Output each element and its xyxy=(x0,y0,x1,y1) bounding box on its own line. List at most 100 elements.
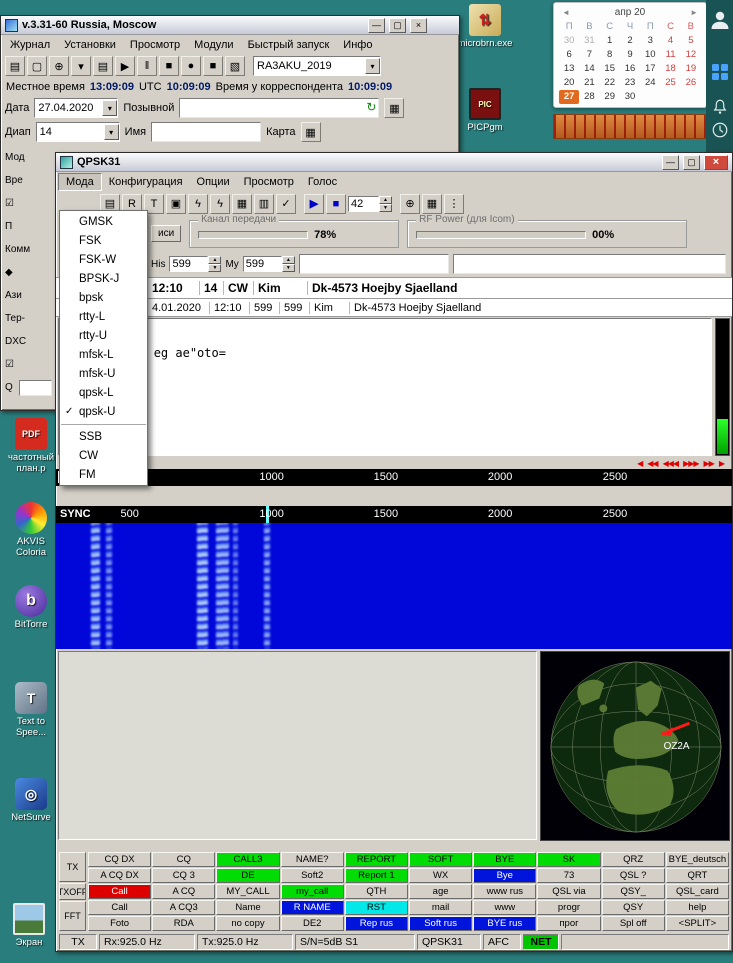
globe-icon[interactable]: ⊕ xyxy=(400,193,420,214)
calendar-day[interactable]: 25 xyxy=(660,76,680,90)
desktop-icon-akvis[interactable]: AKVIS Coloria xyxy=(2,502,60,558)
rf-power-slider[interactable] xyxy=(416,230,587,239)
minimize-button[interactable]: — xyxy=(368,17,385,33)
macro-button[interactable]: Soft2 xyxy=(280,868,344,883)
refresh-icon[interactable]: ↻ xyxy=(366,100,376,114)
new-icon[interactable]: ▢ xyxy=(27,56,47,76)
menu-item[interactable]: Просмотр xyxy=(237,174,301,190)
mode-menu-item[interactable]: SSB xyxy=(61,424,146,446)
playback-nav-button[interactable]: ◀◀ xyxy=(647,459,658,468)
mode-menu-item[interactable]: FM xyxy=(61,465,146,484)
calendar-next-button[interactable]: ► xyxy=(687,8,701,17)
macro-button[interactable]: QSL_card xyxy=(665,884,729,899)
calendar-day[interactable] xyxy=(640,90,660,104)
mode-menu-item[interactable]: CW xyxy=(61,446,146,465)
calendar-day[interactable]: 2 xyxy=(620,34,640,48)
profile-combo[interactable]: RA3AKU_2019 ▾ xyxy=(253,56,381,76)
macro-button[interactable]: A CQ xyxy=(152,884,216,899)
save-as-icon[interactable]: ▤ xyxy=(93,56,113,76)
save-icon[interactable]: ▤ xyxy=(5,56,25,76)
callsign-input[interactable]: ↻ xyxy=(179,98,380,118)
clock-icon[interactable] xyxy=(711,121,729,142)
macro-button[interactable]: my_call xyxy=(280,884,344,899)
calendar-day[interactable]: 5 xyxy=(681,34,701,48)
check-icon[interactable]: ✓ xyxy=(276,193,296,214)
calendar-day[interactable]: 22 xyxy=(600,76,620,90)
macro-button[interactable]: CQ 3 xyxy=(152,868,216,883)
maximize-button[interactable]: ▢ xyxy=(389,17,406,33)
macro-button[interactable]: A CQ DX xyxy=(88,868,152,883)
menu-item[interactable]: Мода xyxy=(58,172,102,191)
mode-menu-item[interactable]: ✓ qpsk-U xyxy=(61,402,146,421)
macro-button[interactable]: CALL3 xyxy=(216,852,280,867)
macro-button[interactable]: RST xyxy=(344,900,408,915)
qsl-icon[interactable]: ▧ xyxy=(225,56,245,76)
tx-level-slider[interactable] xyxy=(198,230,309,239)
calendar-day[interactable]: 15 xyxy=(600,62,620,76)
macro-button[interactable]: Spl off xyxy=(601,916,665,931)
macro-button[interactable]: Report 1 xyxy=(344,868,408,883)
calendar-day[interactable]: 20 xyxy=(559,76,579,90)
macro-button[interactable]: REPORT xyxy=(344,852,408,867)
stop-icon[interactable]: ■ xyxy=(159,56,179,76)
macro-button[interactable]: help xyxy=(665,900,729,915)
macro-button[interactable]: DE2 xyxy=(280,916,344,931)
mode-menu-item[interactable]: rtty-U xyxy=(61,326,146,345)
calendar-day[interactable]: 21 xyxy=(579,76,599,90)
log-table-icon[interactable]: ▦ xyxy=(384,98,405,118)
snapshot-icon[interactable]: ▦ xyxy=(422,193,442,214)
macro-button[interactable]: QRZ xyxy=(601,852,665,867)
desktop-icon-pdf[interactable]: PDF частотный план.p xyxy=(2,418,60,474)
mode-menu-item[interactable]: rtty-L xyxy=(61,307,146,326)
macro-button[interactable]: SK xyxy=(537,852,601,867)
open-icon[interactable]: ▣ xyxy=(166,193,186,214)
macro-button[interactable]: 73 xyxy=(537,868,601,883)
playback-nav-button[interactable]: ▶▶▶ xyxy=(683,459,700,468)
macro-button[interactable]: BYE_deutsch xyxy=(665,852,729,867)
macro-button[interactable]: WX xyxy=(409,868,473,883)
menu-item[interactable]: Просмотр xyxy=(123,37,187,53)
play-icon[interactable]: ▶ xyxy=(115,56,135,76)
spin-up-icon[interactable]: ▲ xyxy=(379,195,392,204)
desktop-icon-netsurveillance[interactable]: ◎ NetSurve xyxy=(2,778,60,823)
dots-icon[interactable]: ⋮ xyxy=(444,193,464,214)
macro-button[interactable]: progr xyxy=(537,900,601,915)
spinner-buttons[interactable]: ▲ ▼ xyxy=(379,195,392,212)
calendar-day[interactable] xyxy=(681,90,701,104)
mode-menu-item[interactable]: qpsk-L xyxy=(61,383,146,402)
record-icon[interactable]: ● xyxy=(181,56,201,76)
calendar-day[interactable]: 4 xyxy=(660,34,680,48)
macro-button[interactable]: Foto xyxy=(88,916,152,931)
date-combo[interactable]: 27.04.2020 ▾ xyxy=(34,98,119,118)
macro-row-label-button[interactable]: FFT xyxy=(59,900,86,932)
mode-menu-item[interactable]: mfsk-L xyxy=(61,345,146,364)
macro-button[interactable]: QSY_ xyxy=(601,884,665,899)
macro-row-label-button[interactable]: TXOFF xyxy=(59,883,86,900)
mode-menu-item[interactable]: bpsk xyxy=(61,288,146,307)
logger-q-input[interactable] xyxy=(19,380,52,396)
macro-button[interactable]: QSY xyxy=(601,900,665,915)
minimize-button[interactable]: — xyxy=(662,154,679,170)
macro-button[interactable]: R NAME xyxy=(280,900,344,915)
tune-icon[interactable]: ϟ xyxy=(188,193,208,214)
calendar-day[interactable]: 30 xyxy=(620,90,640,104)
macro-button[interactable]: Call xyxy=(88,884,152,899)
pause-icon[interactable]: ‖ xyxy=(137,56,157,76)
playback-nav-button[interactable]: ◀ xyxy=(637,459,643,468)
calendar-day[interactable]: 28 xyxy=(579,90,599,104)
antenna-icon[interactable]: ϟ xyxy=(210,193,230,214)
macro-button[interactable]: CQ xyxy=(152,852,216,867)
maximize-button[interactable]: ▢ xyxy=(683,154,700,170)
calendar-day[interactable]: 19 xyxy=(681,62,701,76)
close-button[interactable]: × xyxy=(410,17,427,33)
macro-button[interactable]: age xyxy=(409,884,473,899)
spinner-buttons[interactable]: ▲ ▼ xyxy=(208,256,222,272)
calendar-day[interactable]: 30 xyxy=(559,34,579,48)
macro-button[interactable]: NAME? xyxy=(280,852,344,867)
menu-item[interactable]: Модули xyxy=(187,37,240,53)
macro-button[interactable]: BYE rus xyxy=(473,916,537,931)
menu-item[interactable]: Опции xyxy=(190,174,237,190)
playback-nav-button[interactable]: ▶ xyxy=(719,459,725,468)
macro-button[interactable]: QTH xyxy=(344,884,408,899)
bell-icon[interactable] xyxy=(711,98,729,119)
